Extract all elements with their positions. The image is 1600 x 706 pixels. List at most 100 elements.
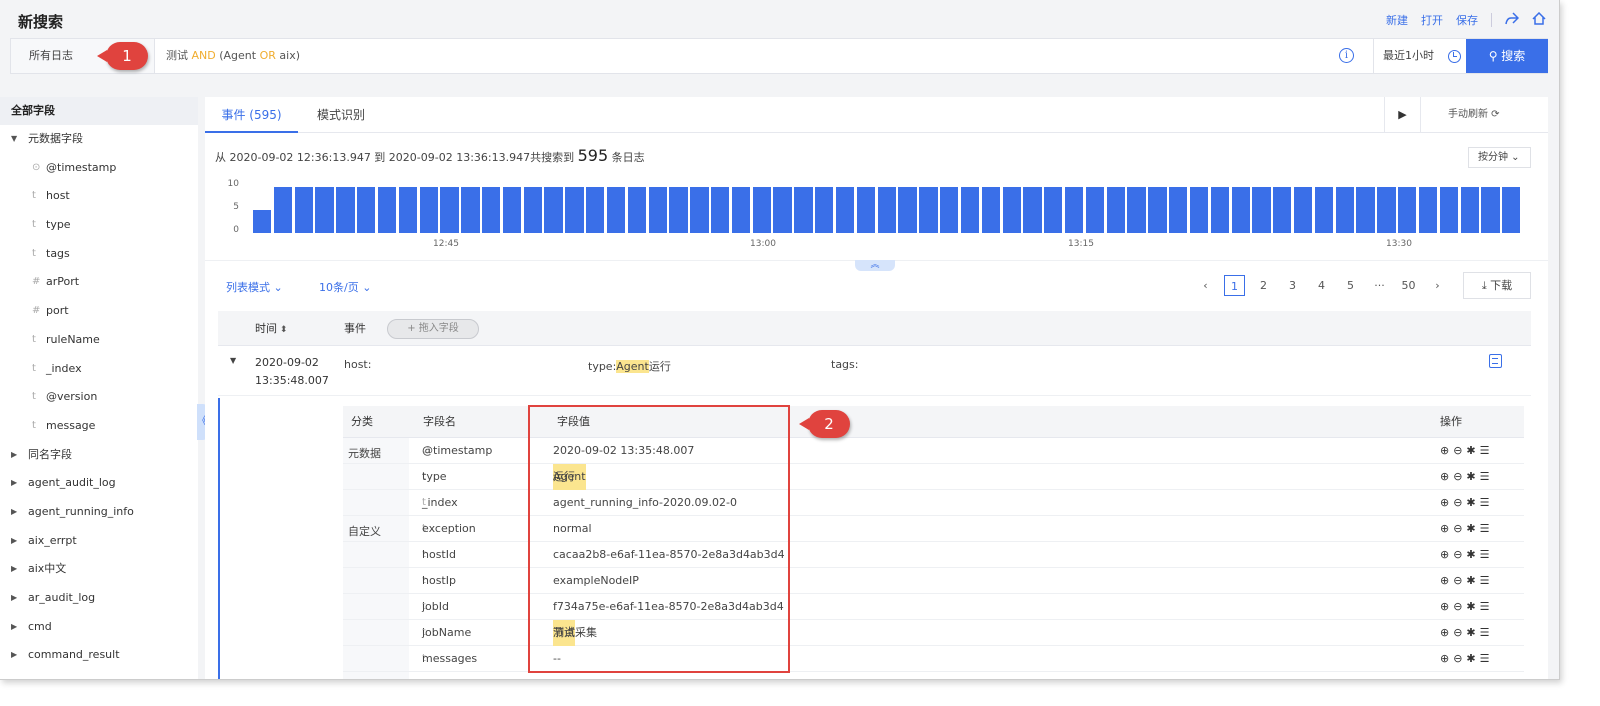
histogram-bar[interactable]	[461, 187, 480, 233]
histogram-bar[interactable]	[502, 187, 522, 233]
collapse-chart-icon[interactable]: ︽	[855, 260, 895, 271]
histogram-bar[interactable]	[752, 187, 771, 233]
row-actions[interactable]: ⊕⊖✱☰	[1440, 438, 1494, 464]
page-1[interactable]: 1	[1224, 275, 1245, 296]
histogram-bar[interactable]	[1273, 187, 1292, 233]
histogram-bar[interactable]	[877, 187, 896, 233]
histogram-bar[interactable]	[690, 187, 709, 233]
info-icon[interactable]: i	[1339, 48, 1354, 63]
histogram-bar[interactable]	[835, 187, 855, 233]
histogram-bar[interactable]	[565, 187, 584, 233]
histogram-bar[interactable]	[1023, 187, 1042, 233]
histogram-bar[interactable]	[627, 187, 647, 233]
sidebar-field[interactable]: t type	[0, 211, 198, 240]
histogram-bar[interactable]	[273, 187, 293, 233]
sidebar-field[interactable]: # port	[0, 297, 198, 326]
histogram-bar[interactable]	[1169, 187, 1188, 233]
search-button[interactable]: ⚲ 搜索	[1466, 39, 1548, 73]
sidebar-group-meta[interactable]: ▼ 元数据字段	[0, 125, 198, 154]
histogram-bar[interactable]	[1085, 187, 1105, 233]
histogram-bars[interactable]	[253, 187, 1523, 233]
histogram-bar[interactable]	[1439, 187, 1459, 233]
histogram-bar[interactable]	[960, 187, 980, 233]
histogram-bar[interactable]	[1252, 187, 1271, 233]
sidebar-field[interactable]: ⊙ @timestamp	[0, 154, 198, 183]
sidebar-group[interactable]: ▶ agent_running_info	[0, 498, 198, 527]
page-last[interactable]: 50	[1394, 275, 1423, 296]
histogram-bar[interactable]	[898, 187, 917, 233]
histogram-bar[interactable]	[669, 187, 688, 233]
histogram-bar[interactable]	[1460, 187, 1479, 233]
histogram-bar[interactable]	[1398, 187, 1417, 233]
histogram-bar[interactable]	[1002, 187, 1021, 233]
histogram-bar[interactable]	[336, 187, 355, 233]
row-actions[interactable]: ⊕⊖✱☰	[1440, 490, 1494, 516]
histogram-bar[interactable]	[606, 187, 626, 233]
histogram-bar[interactable]	[1356, 187, 1375, 233]
histogram-bar[interactable]	[544, 187, 563, 233]
histogram-bar[interactable]	[1481, 187, 1500, 233]
interval-select[interactable]: 按分钟 ⌄	[1468, 147, 1531, 168]
next-page-icon[interactable]: ›	[1423, 275, 1452, 296]
histogram-bar[interactable]	[440, 187, 459, 233]
row-actions[interactable]: ⊕⊖✱☰	[1440, 568, 1494, 594]
page-3[interactable]: 3	[1278, 275, 1307, 296]
sidebar-field[interactable]: # arPort	[0, 268, 198, 297]
manual-refresh-button[interactable]: 手动刷新 ⟳	[1448, 97, 1500, 133]
histogram-bar[interactable]	[981, 187, 1000, 233]
search-input[interactable]: 测试 AND (Agent OR aix)	[166, 39, 300, 73]
row-actions[interactable]: ⊕⊖✱☰	[1440, 620, 1494, 646]
row-actions[interactable]: ⊕⊖✱☰	[1440, 464, 1494, 490]
sidebar-field[interactable]: t host	[0, 182, 198, 211]
histogram-bar[interactable]	[1189, 187, 1209, 233]
histogram-bar[interactable]	[1210, 187, 1229, 233]
row-actions[interactable]: ⊕⊖✱☰	[1440, 516, 1494, 542]
list-mode-select[interactable]: 列表模式 ⌄	[226, 279, 283, 295]
sidebar-field[interactable]: t message	[0, 412, 198, 441]
histogram-bar[interactable]	[398, 187, 418, 233]
row-actions[interactable]: ⊕⊖✱☰	[1440, 646, 1494, 672]
time-range-picker[interactable]: 最近1小时	[1373, 39, 1465, 73]
sidebar-field[interactable]: t _index	[0, 355, 198, 384]
prev-page-icon[interactable]: ‹	[1191, 275, 1220, 296]
sidebar-group[interactable]: ▶ ar_audit_log	[0, 584, 198, 613]
page-5[interactable]: 5	[1336, 275, 1365, 296]
home-icon[interactable]	[1532, 11, 1546, 28]
histogram-bar[interactable]	[1148, 187, 1167, 233]
sidebar-field[interactable]: t @version	[0, 383, 198, 412]
histogram-bar[interactable]	[1064, 187, 1084, 233]
page-4[interactable]: 4	[1307, 275, 1336, 296]
histogram-bar[interactable]	[919, 187, 938, 233]
histogram-bar[interactable]	[482, 187, 501, 233]
histogram-bar[interactable]	[377, 187, 397, 233]
new-button[interactable]: 新建	[1386, 12, 1408, 28]
page-ellipsis[interactable]: ···	[1365, 275, 1394, 296]
histogram-bar[interactable]	[773, 187, 792, 233]
histogram-bar[interactable]	[1335, 187, 1354, 233]
sidebar-group[interactable]: ▶ aix_errpt	[0, 527, 198, 556]
sidebar-group[interactable]: ▶ 同名字段	[0, 441, 198, 470]
histogram-bar[interactable]	[586, 187, 605, 233]
page-2[interactable]: 2	[1249, 275, 1278, 296]
open-button[interactable]: 打开	[1421, 12, 1443, 28]
view-detail-icon[interactable]	[1489, 354, 1502, 368]
histogram-bar[interactable]	[711, 187, 730, 233]
histogram-bar[interactable]	[294, 187, 313, 233]
histogram-bar[interactable]	[1314, 187, 1334, 233]
sidebar-group[interactable]: ▶ aix中文	[0, 555, 198, 584]
event-row[interactable]: ▼ 2020-09-02 13:35:48.007 host: type:Agen…	[218, 346, 1531, 396]
share-icon[interactable]	[1505, 12, 1520, 28]
histogram-bar[interactable]	[815, 187, 834, 233]
sidebar-group[interactable]: ▶ agent_audit_log	[0, 469, 198, 498]
drag-field-drop-zone[interactable]: + 拖入字段	[387, 319, 479, 339]
tab-events[interactable]: 事件 (595)	[205, 97, 298, 133]
row-actions[interactable]: ⊕⊖✱☰	[1440, 542, 1494, 568]
histogram-bar[interactable]	[253, 210, 272, 233]
histogram-bar[interactable]	[315, 187, 334, 233]
histogram-bar[interactable]	[357, 187, 376, 233]
histogram-bar[interactable]	[731, 187, 751, 233]
row-actions[interactable]: ⊕⊖✱☰	[1440, 594, 1494, 620]
histogram-bar[interactable]	[1231, 187, 1250, 233]
histogram-bar[interactable]	[648, 187, 667, 233]
histogram-bar[interactable]	[1377, 187, 1396, 233]
